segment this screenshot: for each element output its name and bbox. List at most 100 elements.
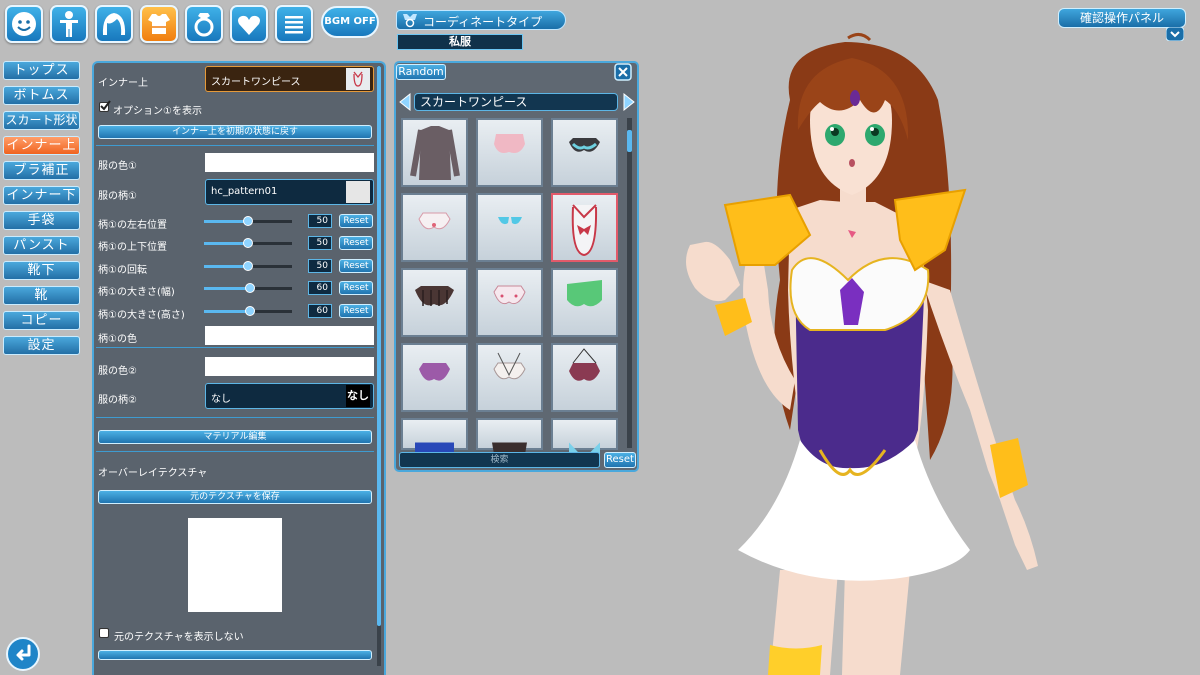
random-button[interactable]: Random — [396, 64, 446, 80]
slider-label: 柄①の大きさ(高さ) — [98, 310, 185, 321]
menu-icon — [285, 16, 303, 34]
divider — [96, 145, 374, 146]
side-item-copy[interactable]: コピー — [3, 311, 80, 330]
menu-button[interactable] — [275, 5, 313, 43]
save-texture-button[interactable]: 元のテクスチャを保存 — [98, 490, 372, 504]
item-thumbnail[interactable] — [476, 268, 543, 337]
item-thumbnail[interactable] — [551, 118, 618, 187]
item-image — [571, 204, 598, 257]
item-thumbnail[interactable] — [551, 268, 618, 337]
side-item-skirt-shape[interactable]: スカート形状 — [3, 111, 80, 130]
coordinate-type-label: コーディネートタイプ — [423, 15, 543, 29]
pattern1-selector[interactable]: hc_pattern01 — [205, 179, 374, 205]
hide-texture-checkbox[interactable] — [99, 628, 109, 638]
slider-knob[interactable] — [243, 261, 253, 271]
side-item-bottoms[interactable]: ボトムス — [3, 86, 80, 105]
item-image — [419, 363, 450, 381]
side-item-gloves[interactable]: 手袋 — [3, 211, 80, 230]
slider-reset-button[interactable]: Reset — [339, 281, 373, 295]
color2-label: 服の色② — [98, 366, 137, 377]
material-edit-button[interactable]: マテリアル編集 — [98, 430, 372, 444]
item-thumbnail[interactable] — [551, 418, 618, 467]
item-thumbnail[interactable] — [401, 268, 468, 337]
accessory-button[interactable] — [185, 5, 223, 43]
slider-value[interactable]: 50 — [308, 214, 332, 228]
overlay-load-button[interactable] — [98, 650, 372, 660]
reset-inner-top-button[interactable]: インナー上を初期の状態に戻す — [98, 125, 372, 139]
outfit-ring-icon — [403, 14, 417, 28]
bgm-toggle-button[interactable]: BGM OFF — [321, 6, 379, 38]
face-icon — [12, 12, 36, 36]
coordinate-type-value[interactable]: 私服 — [397, 34, 523, 50]
pattern1-color-swatch[interactable] — [205, 326, 374, 345]
item-thumbnail[interactable] — [476, 343, 543, 412]
slider-value[interactable]: 50 — [308, 236, 332, 250]
slider-knob[interactable] — [243, 216, 253, 226]
picker-reset-button[interactable]: Reset — [604, 452, 636, 468]
side-item-tops[interactable]: トップス — [3, 61, 80, 80]
slider-value[interactable]: 60 — [308, 281, 332, 295]
chevron-down-icon[interactable] — [1166, 27, 1184, 41]
pattern2-selector[interactable]: なし なし — [205, 383, 374, 409]
side-item-bra-adjust[interactable]: ブラ補正 — [3, 161, 80, 180]
coordinate-type-tab[interactable]: コーディネートタイプ — [396, 10, 566, 30]
slider-reset-button[interactable]: Reset — [339, 214, 373, 228]
picker-scroll-thumb[interactable] — [627, 130, 632, 152]
option1-label: オプション①を表示 — [113, 106, 202, 117]
side-item-inner-bottom[interactable]: インナー下 — [3, 186, 80, 205]
item-thumbnail-selected[interactable] — [551, 193, 618, 262]
slider-knob[interactable] — [245, 306, 255, 316]
back-button[interactable] — [5, 636, 41, 672]
slider-fill — [204, 310, 250, 313]
slider-label: 柄①の左右位置 — [98, 220, 167, 231]
slider-value[interactable]: 60 — [308, 304, 332, 318]
slider-value[interactable]: 50 — [308, 259, 332, 273]
side-item-shoes[interactable]: 靴 — [3, 286, 80, 305]
item-thumbnail[interactable] — [551, 343, 618, 412]
slider-label: 柄①の回転 — [98, 265, 147, 276]
divider — [96, 451, 374, 452]
character-preview — [686, 33, 1038, 675]
side-item-settings[interactable]: 設定 — [3, 336, 80, 355]
clothes-button[interactable] — [140, 5, 178, 43]
slider-reset-button[interactable]: Reset — [339, 236, 373, 250]
slider-reset-button[interactable]: Reset — [339, 304, 373, 318]
category-selector[interactable]: スカートワンピース — [414, 93, 618, 111]
item-thumbnail[interactable] — [401, 418, 468, 467]
color2-swatch[interactable] — [205, 357, 374, 376]
item-thumbnail[interactable] — [401, 193, 468, 262]
slider-reset-button[interactable]: Reset — [339, 259, 373, 273]
inner-top-thumb-icon — [346, 68, 370, 90]
body-icon — [60, 11, 78, 37]
item-image — [569, 138, 600, 152]
close-icon[interactable] — [614, 63, 632, 81]
overlay-texture-preview[interactable] — [188, 518, 282, 612]
clothes-icon — [148, 14, 170, 34]
search-input[interactable]: 検索 — [399, 452, 600, 468]
settings-scroll-thumb[interactable] — [377, 66, 381, 626]
confirm-panel-tab[interactable]: 確認操作パネル — [1058, 8, 1186, 28]
body-button[interactable] — [50, 5, 88, 43]
inner-top-selector[interactable]: スカートワンピース — [205, 66, 374, 92]
side-item-pantyhose[interactable]: パンスト — [3, 236, 80, 255]
heart-button[interactable] — [230, 5, 268, 43]
slider-knob[interactable] — [245, 283, 255, 293]
side-item-inner-top[interactable]: インナー上 — [3, 136, 80, 155]
option1-checkbox[interactable] — [99, 100, 111, 112]
next-category-icon[interactable] — [622, 93, 636, 111]
slider-fill — [204, 287, 250, 290]
item-thumbnail[interactable] — [476, 193, 543, 262]
face-button[interactable] — [5, 5, 43, 43]
side-item-socks[interactable]: 靴下 — [3, 261, 80, 280]
picker-scrollbar[interactable] — [627, 118, 632, 448]
item-thumbnail[interactable] — [401, 118, 468, 187]
item-thumbnail[interactable] — [476, 418, 543, 467]
slider-knob[interactable] — [243, 238, 253, 248]
item-thumbnail[interactable] — [401, 343, 468, 412]
color1-swatch[interactable] — [205, 153, 374, 172]
item-thumbnail[interactable] — [476, 118, 543, 187]
prev-category-icon[interactable] — [398, 93, 412, 111]
pattern2-thumb: なし — [346, 385, 370, 407]
hair-button[interactable] — [95, 5, 133, 43]
item-image — [567, 280, 602, 307]
